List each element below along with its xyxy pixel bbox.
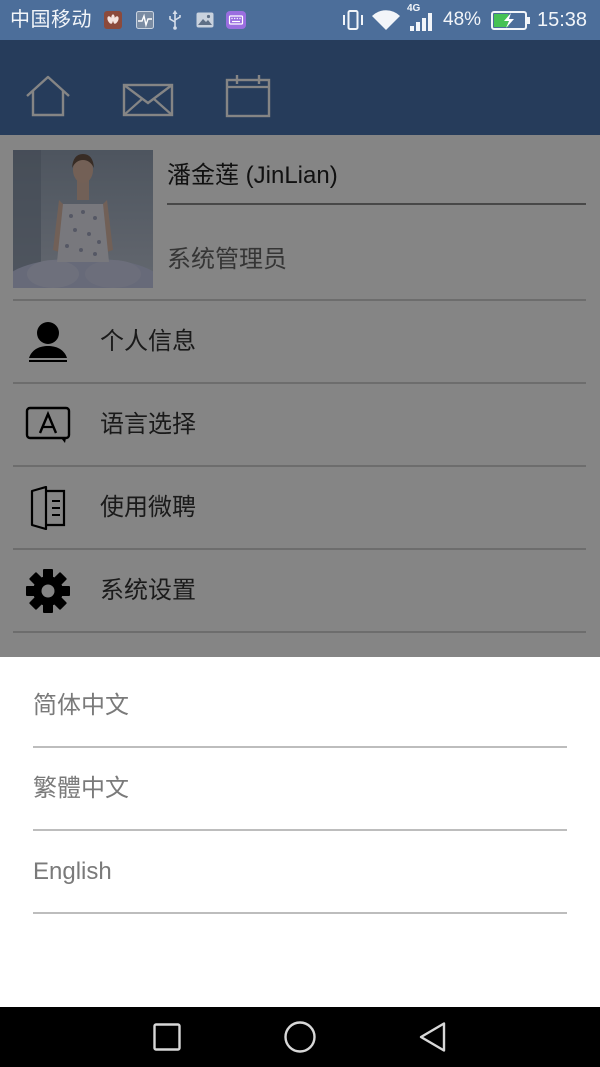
back-icon[interactable]	[418, 1021, 448, 1053]
language-option-traditional-chinese[interactable]: 繁體中文	[33, 748, 567, 831]
huawei-app-icon	[104, 11, 122, 29]
wifi-icon	[372, 10, 400, 31]
health-monitor-icon	[136, 11, 154, 29]
keyboard-icon	[226, 11, 246, 29]
language-option-english[interactable]: English	[33, 831, 567, 914]
usb-icon	[169, 10, 181, 30]
battery-charging-icon	[491, 11, 530, 30]
language-option-list: 简体中文 繁體中文 English	[33, 665, 567, 914]
status-bar: 中国移动 4G 48% 15:38	[0, 0, 600, 40]
signal-icon	[410, 13, 432, 31]
language-dialog: 简体中文 繁體中文 English	[0, 657, 600, 1007]
recent-apps-icon[interactable]	[152, 1022, 182, 1052]
clock: 15:38	[537, 9, 588, 31]
app-screen: 中国移动 4G 48% 15:38 潘金莲 (JinLian) 系统管理员 个人…	[0, 0, 600, 1067]
vibrate-icon	[343, 10, 363, 30]
battery-percent: 48%	[443, 9, 482, 30]
language-option-simplified-chinese[interactable]: 简体中文	[33, 665, 567, 748]
carrier-name: 中国移动	[10, 9, 92, 31]
system-nav-bar	[0, 1007, 600, 1067]
gallery-image-icon	[196, 12, 214, 28]
home-button-icon[interactable]	[283, 1020, 317, 1054]
